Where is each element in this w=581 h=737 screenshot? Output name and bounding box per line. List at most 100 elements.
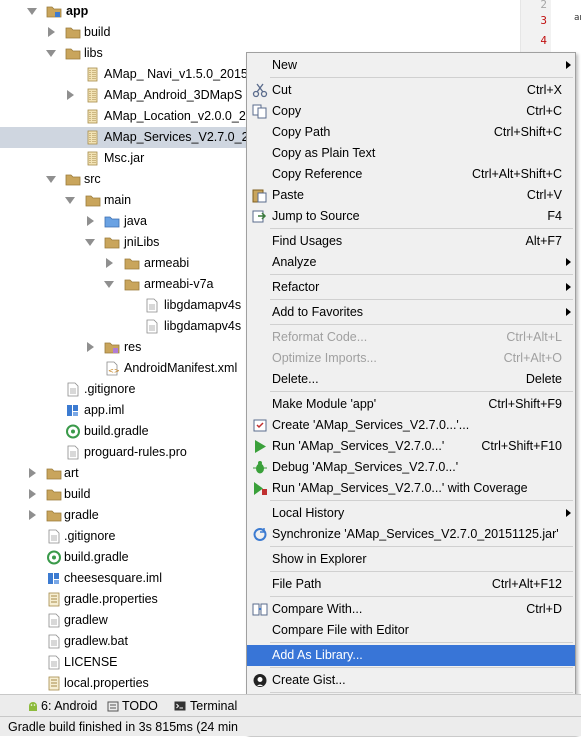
tree-node-label: gradle.properties	[64, 592, 158, 606]
menu-item-make-module-app[interactable]: Make Module 'app' Ctrl+Shift+F9	[247, 394, 575, 415]
menu-separator	[270, 692, 573, 693]
file-icon	[46, 613, 62, 628]
svg-text:<>: <>	[108, 367, 120, 375]
chevron-down-icon[interactable]	[85, 239, 95, 246]
folder-icon	[65, 25, 81, 40]
tree-node[interactable]: app	[0, 1, 520, 22]
context-menu: New Cut Ctrl+X Copy Ctrl+C Copy Path Ctrl+Shif…	[246, 52, 576, 736]
menu-item-cut[interactable]: Cut Ctrl+X	[247, 80, 575, 101]
menu-item-label: Delete...	[272, 372, 319, 386]
chevron-right-icon[interactable]	[87, 216, 94, 226]
folder-icon	[85, 193, 101, 208]
folder-icon	[46, 508, 62, 523]
menu-item-synchronize-amap-services-v2-7-0-20151125-jar[interactable]: Synchronize 'AMap_Services_V2.7.0_201511…	[247, 524, 575, 545]
chevron-right-icon[interactable]	[29, 510, 36, 520]
menu-item-label: Refactor	[272, 280, 320, 294]
menu-item-label: Paste	[272, 188, 304, 202]
menu-separator	[270, 299, 573, 300]
tree-node-label: java	[124, 214, 147, 228]
chevron-right-icon[interactable]	[106, 258, 113, 268]
submenu-arrow-icon	[566, 258, 571, 266]
chevron-down-icon[interactable]	[104, 281, 114, 288]
menu-item-debug-amap-services-v2-7-0[interactable]: Debug 'AMap_Services_V2.7.0...'	[247, 457, 575, 478]
chevron-right-icon[interactable]	[48, 27, 55, 37]
menu-item-shortcut: Ctrl+X	[526, 83, 562, 97]
code-snippet: an	[574, 13, 581, 23]
menu-item-reformat-code[interactable]: Reformat Code... Ctrl+Alt+L	[247, 327, 575, 348]
folder-icon	[104, 235, 120, 250]
sync-icon	[252, 527, 268, 542]
menu-item-jump-to-source[interactable]: Jump to Source F4	[247, 206, 575, 227]
tree-node-label: build	[84, 25, 111, 39]
line-number: 3	[540, 14, 547, 27]
tree-node-label: armeabi	[144, 256, 190, 270]
menu-item-new[interactable]: New	[247, 55, 575, 76]
tree-node[interactable]: build	[0, 22, 520, 43]
chevron-right-icon[interactable]	[67, 90, 74, 100]
submenu-arrow-icon	[566, 509, 571, 517]
menu-item-label: Add to Favorites	[272, 305, 364, 319]
menu-item-delete[interactable]: Delete... Delete	[247, 369, 575, 390]
menu-item-analyze[interactable]: Analyze	[247, 252, 575, 273]
menu-item-label: Copy Path	[272, 125, 331, 139]
chevron-down-icon[interactable]	[65, 197, 75, 204]
menu-separator	[270, 77, 573, 78]
menu-item-find-usages[interactable]: Find Usages Alt+F7	[247, 231, 575, 252]
tree-node-label: Msc.jar	[104, 151, 145, 165]
menu-item-file-path[interactable]: File Path Ctrl+Alt+F12	[247, 574, 575, 595]
menu-item-shortcut: Ctrl+Alt+F12	[491, 577, 562, 591]
gradle-icon	[46, 550, 62, 565]
properties-icon	[46, 676, 62, 691]
chevron-down-icon[interactable]	[46, 176, 56, 183]
menu-item-copy-as-plain-text[interactable]: Copy as Plain Text	[247, 143, 575, 164]
file-icon	[144, 298, 160, 313]
tool-window-terminal[interactable]: Terminal	[190, 699, 237, 713]
folder-res-icon	[104, 340, 120, 355]
menu-item-paste[interactable]: Paste Ctrl+V	[247, 185, 575, 206]
tree-node-label: libgdamapv4s	[164, 298, 242, 312]
menu-item-copy-reference[interactable]: Copy Reference Ctrl+Alt+Shift+C	[247, 164, 575, 185]
status-message[interactable]: Gradle build finished in 3s 815ms (24 mi…	[8, 720, 238, 734]
menu-item-local-history[interactable]: Local History	[247, 503, 575, 524]
tool-window-android[interactable]: 6: Android	[41, 699, 97, 713]
menu-separator	[270, 546, 573, 547]
menu-item-label: Debug 'AMap_Services_V2.7.0...'	[272, 460, 459, 474]
menu-item-create-amap-services-v2-7-0[interactable]: Create 'AMap_Services_V2.7.0...'...	[247, 415, 575, 436]
chevron-right-icon[interactable]	[87, 342, 94, 352]
menu-item-add-as-library[interactable]: Add As Library...	[247, 645, 575, 666]
chevron-right-icon[interactable]	[29, 468, 36, 478]
menu-separator	[270, 500, 573, 501]
create-icon	[252, 418, 268, 433]
menu-item-copy[interactable]: Copy Ctrl+C	[247, 101, 575, 122]
menu-item-compare-with[interactable]: Compare With... Ctrl+D	[247, 599, 575, 620]
menu-item-run-amap-services-v2-7-0[interactable]: Run 'AMap_Services_V2.7.0...' Ctrl+Shift+…	[247, 436, 575, 457]
iml-icon	[65, 403, 81, 418]
menu-item-shortcut: Ctrl+V	[526, 188, 562, 202]
menu-item-create-gist[interactable]: Create Gist...	[247, 670, 575, 691]
file-icon	[65, 382, 81, 397]
tree-node-label: armeabi-v7a	[144, 277, 214, 291]
menu-item-compare-file-with-editor[interactable]: Compare File with Editor	[247, 620, 575, 641]
menu-item-run-amap-services-v2-7-0-with-coverage[interactable]: Run 'AMap_Services_V2.7.0...' with Cover…	[247, 478, 575, 499]
tree-node-label: libgdamapv4s	[164, 319, 242, 333]
tree-node-label: cheesesquare.iml	[64, 571, 162, 585]
android-icon	[27, 700, 39, 712]
menu-item-shortcut: Alt+F7	[525, 234, 562, 248]
tree-node-label: AMap_Android_3DMapS	[104, 88, 243, 102]
chevron-down-icon[interactable]	[46, 50, 56, 57]
menu-item-label: Copy	[272, 104, 302, 118]
menu-item-refactor[interactable]: Refactor	[247, 277, 575, 298]
menu-item-copy-path[interactable]: Copy Path Ctrl+Shift+C	[247, 122, 575, 143]
menu-item-label: Cut	[272, 83, 292, 97]
run-icon	[252, 439, 268, 454]
chevron-down-icon[interactable]	[27, 8, 37, 15]
chevron-right-icon[interactable]	[29, 489, 36, 499]
tool-window-todo[interactable]: TODO	[122, 699, 158, 713]
menu-item-shortcut: Ctrl+Alt+Shift+C	[472, 167, 562, 181]
menu-item-show-in-explorer[interactable]: Show in Explorer	[247, 549, 575, 570]
menu-item-add-to-favorites[interactable]: Add to Favorites	[247, 302, 575, 323]
line-number: 4	[540, 34, 547, 47]
tree-node-label: AMap_Services_V2.7.0_20	[104, 130, 256, 144]
menu-item-optimize-imports[interactable]: Optimize Imports... Ctrl+Alt+O	[247, 348, 575, 369]
github-icon	[252, 673, 268, 688]
